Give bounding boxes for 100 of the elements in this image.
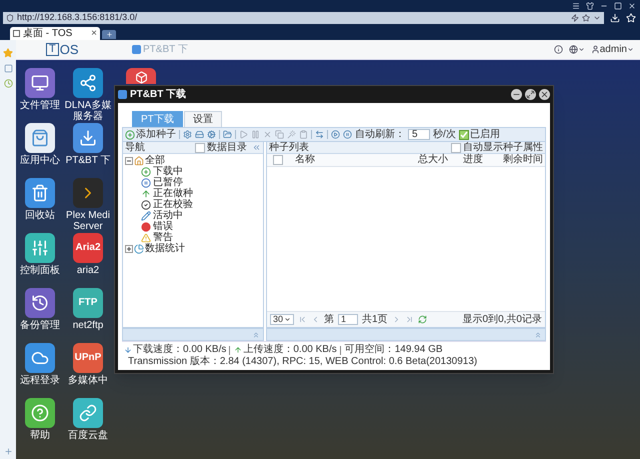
task-label: PT&BT 下 <box>143 44 188 54</box>
browser-tab[interactable]: 桌面 - TOS × <box>10 27 100 40</box>
column-header[interactable]: 总大小 <box>413 155 453 165</box>
logo-mark: T <box>46 43 59 56</box>
auto-show-label: 自动显示种子属性 <box>463 142 543 152</box>
tree-item[interactable]: 已暂停 <box>153 178 183 188</box>
toolbar-icon[interactable] <box>195 130 204 139</box>
icon-text: UPnP <box>74 353 102 363</box>
plus-icon <box>125 130 135 140</box>
interval-spinner[interactable]: 5 <box>408 129 430 140</box>
app-icon[interactable] <box>73 123 103 153</box>
new-tab-button[interactable] <box>102 30 116 39</box>
app-icon[interactable] <box>25 123 55 153</box>
app-label: 回收站 <box>24 210 56 221</box>
app-icon[interactable] <box>25 233 55 263</box>
refresh-icon[interactable] <box>418 315 427 324</box>
toolbar-icon[interactable] <box>331 130 340 139</box>
check-icon <box>141 200 151 210</box>
maximize-icon[interactable] <box>525 89 536 100</box>
status-text: Transmission 版本：2.84 (14307), RPC: 15, WEB Control: 0.6 Beta(20130913) <box>128 356 478 368</box>
caret-icon[interactable] <box>578 46 585 53</box>
tree-item[interactable]: 活动中 <box>153 210 183 220</box>
column-header[interactable]: 进度 <box>453 155 493 165</box>
app-label: 多媒体中 <box>67 375 109 386</box>
app-label: aria2 <box>76 265 100 276</box>
toolbar-icon[interactable] <box>343 130 352 139</box>
toolbar-icon[interactable] <box>315 130 324 139</box>
toolbar-icon[interactable] <box>207 130 216 139</box>
close-icon[interactable] <box>539 89 550 100</box>
tree-item[interactable]: 下载中 <box>153 166 183 176</box>
app-icon <box>132 45 141 54</box>
menu-icon[interactable] <box>572 2 580 10</box>
close-icon[interactable] <box>628 2 636 10</box>
history-icon <box>31 294 49 312</box>
page-size-select[interactable]: 30 <box>270 314 294 325</box>
caret-icon <box>284 316 292 323</box>
caret-icon[interactable] <box>627 46 634 53</box>
info-icon[interactable] <box>554 45 563 54</box>
tree-item[interactable]: 正在做种 <box>153 188 193 198</box>
link-icon <box>79 404 97 422</box>
lightning-icon[interactable] <box>571 14 579 22</box>
app-label: DLNA多媒服务器 <box>64 100 112 122</box>
tree-item[interactable]: 正在校验 <box>153 200 193 210</box>
user-name[interactable]: admin <box>600 44 627 54</box>
collapse-icon[interactable] <box>125 156 133 164</box>
star-icon[interactable] <box>3 48 13 58</box>
app-icon[interactable] <box>25 398 55 428</box>
column-header[interactable]: 剩余时间 <box>493 155 545 165</box>
up-arrow-icon <box>141 188 151 198</box>
toolbar-icon[interactable] <box>183 130 192 139</box>
app-icon[interactable] <box>25 288 55 318</box>
bag-icon <box>31 129 49 147</box>
tree-item[interactable]: 错误 <box>153 222 173 232</box>
globe-icon[interactable] <box>568 45 578 54</box>
icon-text: FTP <box>78 298 98 308</box>
page-prefix: 第 <box>324 314 334 324</box>
shirt-icon[interactable] <box>586 2 594 10</box>
checkbox[interactable] <box>451 142 461 152</box>
app-label: 控制面板 <box>19 265 61 276</box>
tree-item[interactable]: 全部 <box>145 156 165 166</box>
add-torrent-button[interactable]: 添加种子 <box>125 130 176 140</box>
pause-icon <box>141 178 151 188</box>
maximize-icon[interactable] <box>614 2 622 10</box>
app-label: 远程登录 <box>19 375 61 386</box>
download-icon <box>79 129 97 147</box>
column-header[interactable]: 名称 <box>289 155 413 165</box>
status-text: 下载速度：0.00 KB/s <box>133 344 226 356</box>
icon-text: Aria2 <box>75 243 100 253</box>
minimize-icon[interactable] <box>511 89 522 100</box>
app-label: 应用中心 <box>19 155 61 166</box>
app-label: net2ftp <box>72 320 104 331</box>
app-icon[interactable] <box>73 68 103 98</box>
tree-item[interactable]: 警告 <box>153 232 173 242</box>
expand-icon[interactable] <box>125 244 133 252</box>
app-icon[interactable] <box>25 68 55 98</box>
app-icon[interactable] <box>25 343 55 373</box>
square-icon[interactable] <box>4 64 12 73</box>
up-arrow-icon <box>234 346 242 354</box>
app-label: 帮助 <box>29 430 51 441</box>
house-icon <box>134 156 144 166</box>
checkbox[interactable] <box>458 130 469 140</box>
tab-title: 桌面 - TOS <box>23 28 74 38</box>
app-label: 备份管理 <box>19 320 61 331</box>
tree-item[interactable]: 数据统计 <box>145 244 185 254</box>
status-text: 上传速度：0.00 KB/s <box>243 344 337 356</box>
page-field[interactable]: 1 <box>338 314 358 325</box>
address-bar[interactable]: http://192.168.3.156:8181/3.0/ <box>3 12 604 24</box>
app-icon[interactable]: UPnP <box>73 343 103 373</box>
checkbox[interactable] <box>195 142 205 152</box>
app-icon[interactable]: Aria2 <box>73 233 103 263</box>
checkbox[interactable] <box>273 155 283 165</box>
star-icon[interactable] <box>582 14 590 22</box>
app-icon[interactable] <box>126 68 156 84</box>
download-icon[interactable] <box>610 12 620 22</box>
user-icon[interactable] <box>590 45 600 54</box>
app-icon[interactable] <box>73 398 103 428</box>
tab-close[interactable]: × <box>91 28 97 38</box>
tab[interactable]: 设置 <box>184 111 222 127</box>
list-title: 种子列表 <box>269 142 310 152</box>
app-icon[interactable] <box>25 178 55 208</box>
